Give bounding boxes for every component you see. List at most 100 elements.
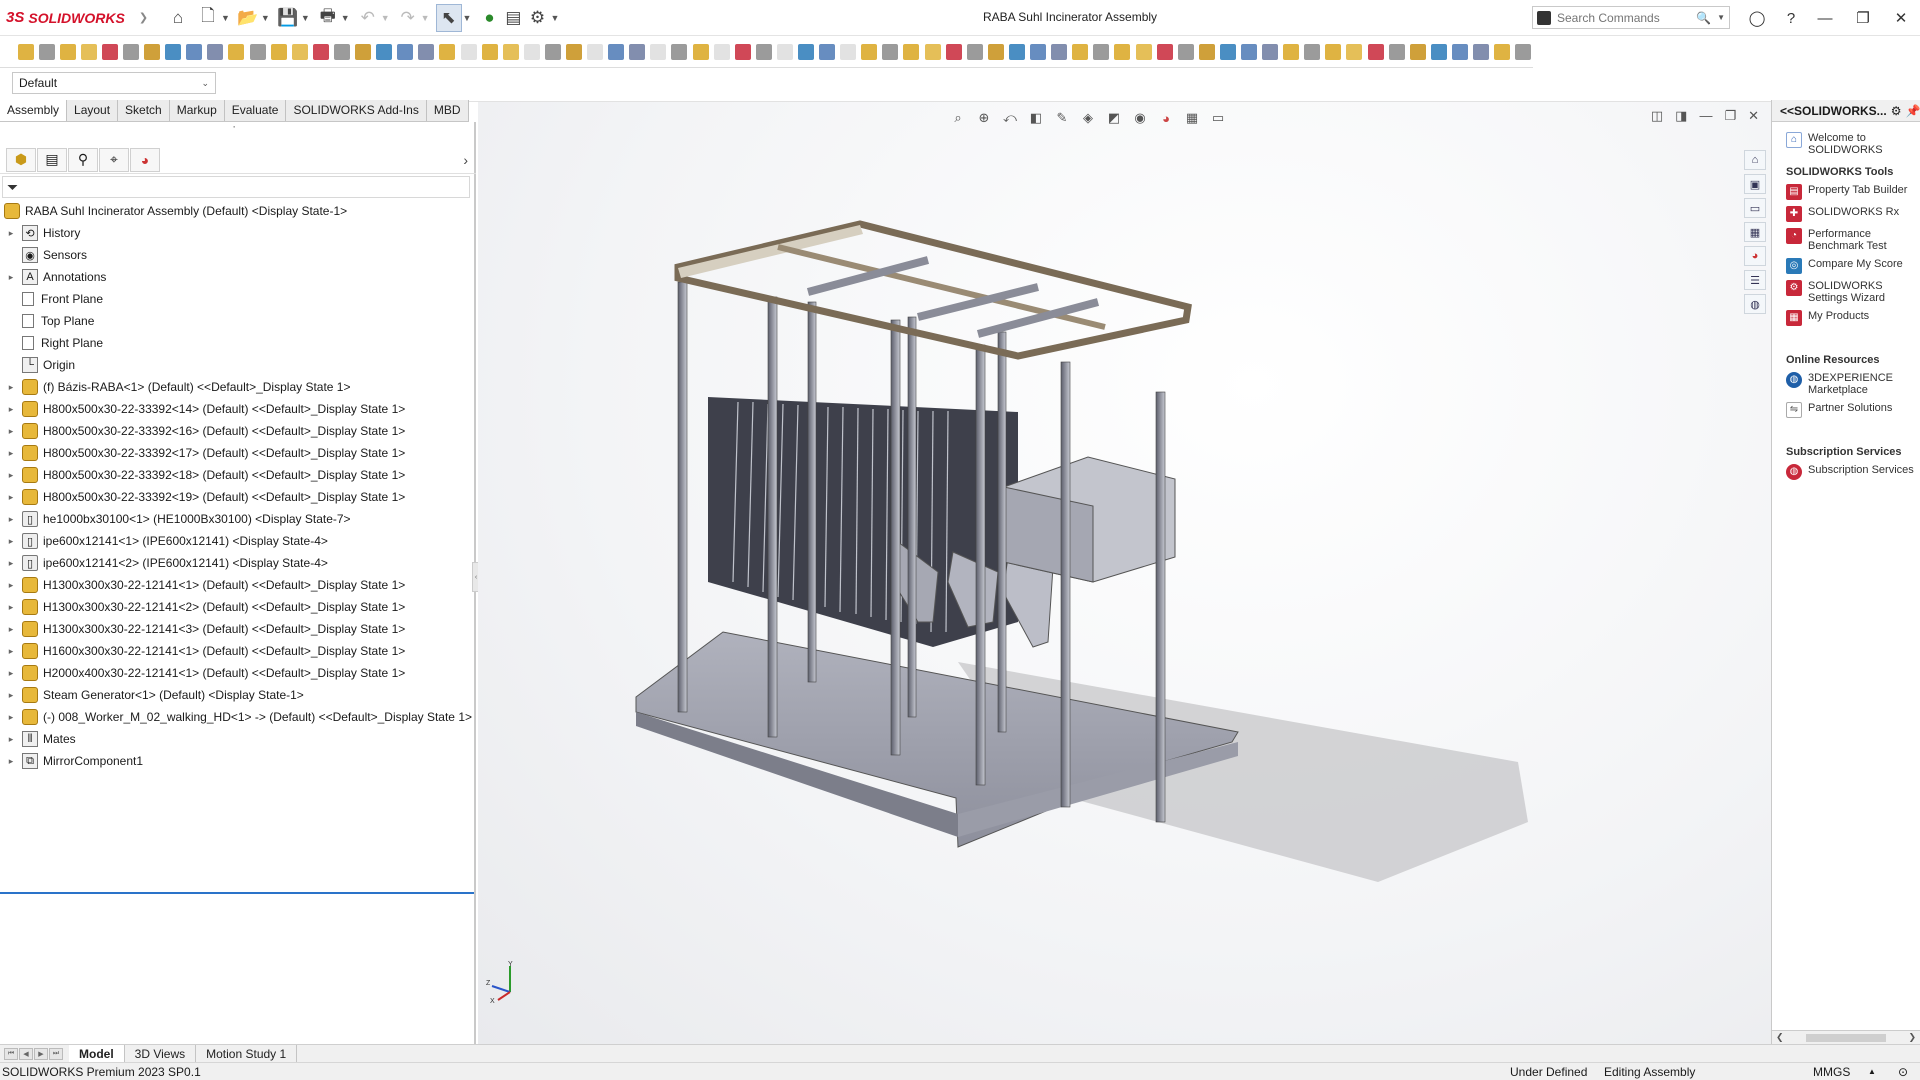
slot-icon[interactable]	[522, 40, 541, 64]
search-commands-input[interactable]	[1557, 10, 1691, 25]
copy-icon[interactable]	[839, 40, 858, 64]
performance-icon[interactable]	[1366, 40, 1385, 64]
expand-arrow-icon[interactable]: ▸	[6, 536, 16, 547]
rebuild-icon[interactable]	[1197, 40, 1216, 64]
tree-item[interactable]: └ Origin	[0, 354, 474, 376]
expand-arrow-icon[interactable]: ▸	[6, 668, 16, 679]
expand-arrow-icon[interactable]: ▸	[6, 228, 16, 239]
tree-item[interactable]: ▸ ▯ he1000bx30100<1> (HE1000Bx30100) <Disp…	[0, 508, 474, 530]
sketch-ink-icon[interactable]	[1029, 40, 1048, 64]
help-icon[interactable]: ?	[1774, 0, 1808, 36]
draft-icon[interactable]	[1450, 40, 1469, 64]
zebra-icon[interactable]	[1408, 40, 1427, 64]
options-gear-icon[interactable]: ⚙	[525, 4, 549, 32]
tree-item[interactable]: ▸ (f) Bázis-RABA<1> (Default) <<Default>_…	[0, 376, 474, 398]
chevron-right-icon[interactable]: ›	[463, 152, 468, 168]
configuration-select[interactable]: Default ⌄	[12, 72, 216, 94]
open-icon[interactable]: 📂	[236, 4, 260, 32]
relations-icon[interactable]	[670, 40, 689, 64]
new-document-icon[interactable]: 🗋	[196, 4, 220, 32]
tree-item[interactable]: ▸ H2000x400x30-22-12141<1> (Default) <<De…	[0, 662, 474, 684]
undo-icon[interactable]: ↶	[356, 4, 380, 32]
centerline-icon[interactable]	[628, 40, 647, 64]
exploded-view-icon[interactable]	[227, 40, 246, 64]
tree-item[interactable]: ▸ ▯ ipe600x12141<2> (IPE600x12141) <Displa…	[0, 552, 474, 574]
sketch-picture-icon[interactable]	[754, 40, 773, 64]
jog-icon[interactable]	[902, 40, 921, 64]
scroll-left-icon[interactable]: ❮	[1776, 1032, 1784, 1043]
print-dropdown-icon[interactable]: ▼	[341, 13, 350, 23]
tree-item[interactable]: ▸ (-) 008_Worker_M_02_walking_HD<1> -> (D…	[0, 706, 474, 728]
task-pane-home-icon[interactable]: ⌂	[1744, 150, 1766, 170]
stretch-icon[interactable]	[860, 40, 879, 64]
3d-sketch-icon[interactable]	[1007, 40, 1026, 64]
select-dropdown-icon[interactable]: ▼	[463, 13, 472, 23]
graphics-area[interactable]: ⌕ ⊕ ⤺ ◧ ✎ ◈ ◩ ◉ ◕ ▦ ▭ ◫ ◨ — ❐ ✕ Y Z X	[478, 102, 1771, 1044]
interference-icon[interactable]	[1282, 40, 1301, 64]
insert-components-icon[interactable]	[16, 40, 35, 64]
explode-block-icon[interactable]	[1155, 40, 1174, 64]
prev-tab-icon[interactable]: ◀	[19, 1047, 33, 1060]
unit-system[interactable]: MMGS	[1813, 1065, 1850, 1079]
tree-item[interactable]: ▸ Steam Generator<1> (Default) <Display S…	[0, 684, 474, 706]
insert-block-icon[interactable]	[1113, 40, 1132, 64]
update-speedpak-icon[interactable]	[269, 40, 288, 64]
large-assembly-icon[interactable]	[311, 40, 330, 64]
reference-geometry-icon[interactable]	[164, 40, 183, 64]
redo-dropdown-icon[interactable]: ▼	[421, 13, 430, 23]
expand-arrow-icon[interactable]: ▸	[6, 690, 16, 701]
tree-item[interactable]: ▸ H1300x300x30-22-12141<2> (Default) <<De…	[0, 596, 474, 618]
expand-arrow-icon[interactable]: ▸	[6, 470, 16, 481]
tree-item[interactable]: Right Plane	[0, 332, 474, 354]
custom-properties-icon[interactable]: ☰	[1744, 270, 1766, 290]
tab-assembly[interactable]: Assembly	[0, 100, 68, 121]
filter-icon[interactable]: ⏷	[7, 179, 18, 196]
edit-block-icon[interactable]	[1092, 40, 1111, 64]
expand-arrow-icon[interactable]: ▸	[6, 602, 16, 613]
tool-property-tab-builder[interactable]: ▤ Property Tab Builder	[1786, 184, 1920, 200]
feature-manager-tab-icon[interactable]: ⬢	[6, 147, 36, 172]
fully-define-icon[interactable]	[965, 40, 984, 64]
property-manager-tab-icon[interactable]: ▤	[37, 147, 67, 172]
search-type-icon[interactable]	[1537, 10, 1551, 25]
view-palette-icon[interactable]: ▦	[1744, 222, 1766, 242]
tab-sketch[interactable]: Sketch	[118, 100, 170, 121]
text-icon[interactable]	[586, 40, 605, 64]
rectangle-icon[interactable]	[501, 40, 520, 64]
menu-expand-icon[interactable]: ❯	[139, 11, 148, 24]
restore-icon[interactable]: ❐	[1846, 0, 1880, 36]
rotate-icon[interactable]	[796, 40, 815, 64]
expand-arrow-icon[interactable]: ▸	[6, 712, 16, 723]
last-tab-icon[interactable]: ⏭	[49, 1047, 63, 1060]
next-tab-icon[interactable]: ▶	[34, 1047, 48, 1060]
smart-dimension-icon[interactable]	[649, 40, 668, 64]
tree-item[interactable]: ▸ H1300x300x30-22-12141<3> (Default) <<De…	[0, 618, 474, 640]
tree-item[interactable]: ▸ H800x500x30-22-33392<14> (Default) <<De…	[0, 398, 474, 420]
quick-tips-icon[interactable]: ⊙	[1898, 1065, 1908, 1079]
dimxpert-tab-icon[interactable]: ⌖	[99, 147, 129, 172]
undercut-icon[interactable]	[1471, 40, 1490, 64]
assembly-features-icon[interactable]	[143, 40, 162, 64]
take-snapshot-icon[interactable]	[290, 40, 309, 64]
tree-root[interactable]: RABA Suhl Incinerator Assembly (Default)…	[0, 200, 474, 222]
task-pane-gear-icon[interactable]: ⚙	[1891, 104, 1902, 118]
file-explorer-icon[interactable]: ▭	[1744, 198, 1766, 218]
convert-icon[interactable]	[417, 40, 436, 64]
print-icon[interactable]: 🖶	[316, 4, 340, 32]
tree-item[interactable]: Front Plane	[0, 288, 474, 310]
search-dropdown-icon[interactable]: ▼	[1717, 13, 1725, 22]
compare-icon[interactable]	[1514, 40, 1533, 64]
scale-icon[interactable]	[818, 40, 837, 64]
expand-arrow-icon[interactable]: ▸	[6, 580, 16, 591]
redo-icon[interactable]: ↷	[396, 4, 420, 32]
show-hidden-icon[interactable]	[121, 40, 140, 64]
mirror-icon[interactable]	[459, 40, 478, 64]
tree-item[interactable]: ▸ ▯ ipe600x12141<1> (IPE600x12141) <Displa…	[0, 530, 474, 552]
expand-arrow-icon[interactable]: ▸	[6, 514, 16, 525]
pane-splitter-handle[interactable]: ⠁	[232, 126, 239, 137]
new-dropdown-icon[interactable]: ▼	[221, 13, 230, 23]
expand-arrow-icon[interactable]: ▸	[6, 426, 16, 437]
appearances-icon[interactable]: ◕	[1744, 246, 1766, 266]
open-dropdown-icon[interactable]: ▼	[261, 13, 270, 23]
check-icon[interactable]	[1387, 40, 1406, 64]
